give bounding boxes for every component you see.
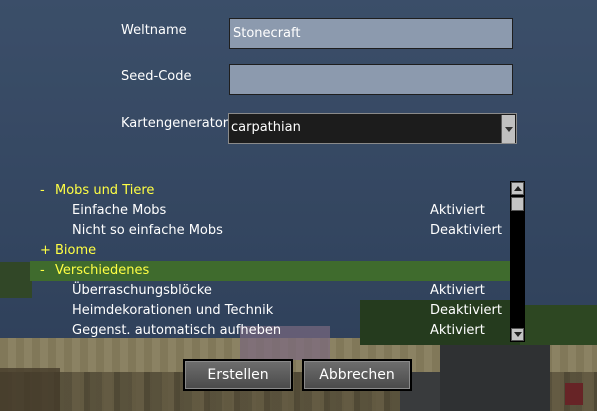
scrollbar[interactable] <box>510 181 525 342</box>
category-label: Verschiedenes <box>55 263 150 278</box>
world-name-label: Weltname <box>121 23 187 38</box>
list-setting-row[interactable]: Nicht so einfache Mobs Deaktiviert <box>30 221 510 241</box>
setting-status: Aktiviert <box>430 323 485 338</box>
setting-status: Deaktiviert <box>430 303 502 318</box>
collapse-icon[interactable]: - <box>40 261 45 281</box>
scroll-up-icon[interactable] <box>511 182 524 195</box>
setting-label: Nicht so einfache Mobs <box>72 223 223 238</box>
category-label: Mobs und Tiere <box>55 183 155 198</box>
setting-label: Überraschungsblöcke <box>72 283 212 298</box>
settings-list[interactable]: - Mobs und Tiere Einfache Mobs Aktiviert Nic… <box>30 181 510 341</box>
list-category-row[interactable]: + Biome <box>30 241 510 261</box>
cancel-button[interactable]: Abbrechen <box>302 359 412 391</box>
mapgen-dropdown[interactable]: carpathian <box>228 113 517 144</box>
world-name-input[interactable] <box>229 18 513 49</box>
scrollbar-thumb[interactable] <box>511 197 524 211</box>
seed-input[interactable] <box>229 64 513 95</box>
category-label: Biome <box>55 243 97 258</box>
list-setting-row[interactable]: Gegenst. automatisch aufheben Aktiviert <box>30 321 510 341</box>
setting-status: Aktiviert <box>430 203 485 218</box>
chevron-down-icon[interactable] <box>501 115 515 143</box>
list-setting-row[interactable]: Überraschungsblöcke Aktiviert <box>30 281 510 301</box>
setting-label: Gegenst. automatisch aufheben <box>72 323 282 338</box>
create-button[interactable]: Erstellen <box>183 359 293 391</box>
mapgen-selected-value: carpathian <box>231 120 301 135</box>
scroll-down-icon[interactable] <box>511 328 524 341</box>
collapse-icon[interactable]: - <box>40 181 45 201</box>
setting-label: Einfache Mobs <box>72 203 167 218</box>
mapgen-label: Kartengenerator <box>121 116 229 131</box>
setting-status: Deaktiviert <box>430 223 502 238</box>
list-category-row[interactable]: - Verschiedenes <box>30 261 510 281</box>
list-setting-row[interactable]: Heimdekorationen und Technik Deaktiviert <box>30 301 510 321</box>
expand-icon[interactable]: + <box>40 241 51 261</box>
setting-label: Heimdekorationen und Technik <box>72 303 274 318</box>
seed-label: Seed-Code <box>121 69 192 84</box>
list-setting-row[interactable]: Einfache Mobs Aktiviert <box>30 201 510 221</box>
list-category-row[interactable]: - Mobs und Tiere <box>30 181 510 201</box>
setting-status: Aktiviert <box>430 283 485 298</box>
